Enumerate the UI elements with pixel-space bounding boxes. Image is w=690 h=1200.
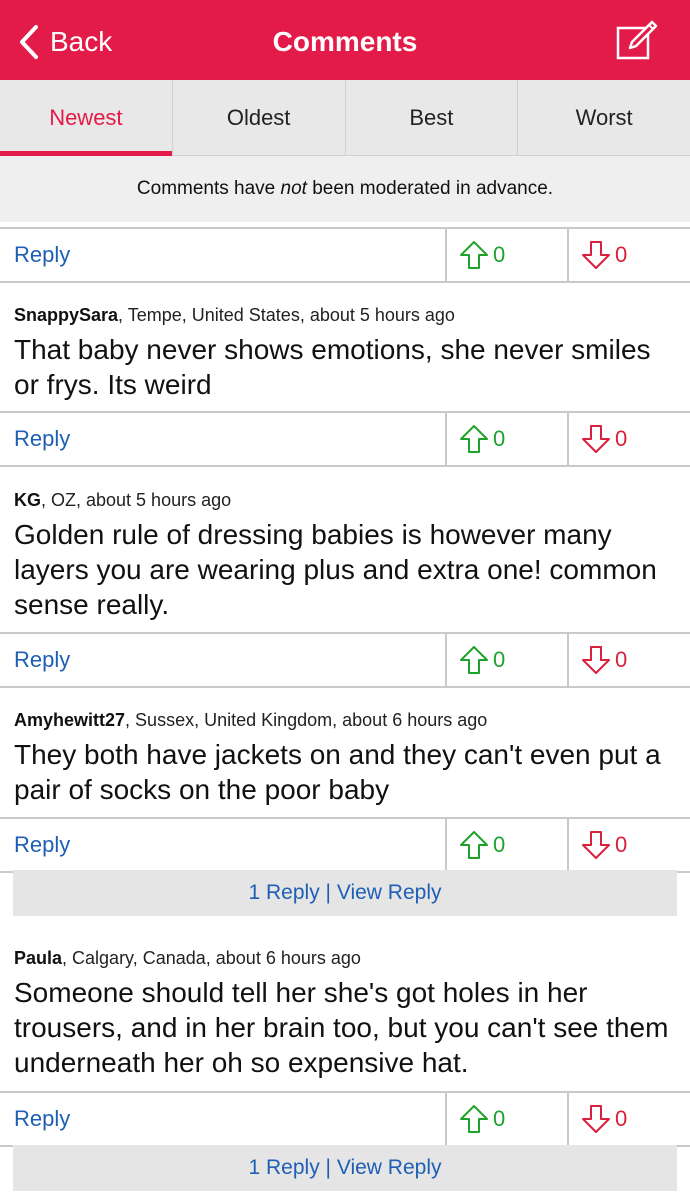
comment-text: That baby never shows emotions, she neve…: [14, 334, 651, 400]
header-bar: Back Comments: [0, 0, 690, 80]
arrow-up-icon: [460, 241, 488, 269]
view-reply-button[interactable]: 1 Reply | View Reply: [13, 1145, 677, 1191]
upvote-count: 0: [493, 242, 506, 267]
upvote-button[interactable]: 0: [445, 634, 567, 686]
reply-button[interactable]: Reply: [14, 819, 70, 871]
comment-location-time: , Sussex, United Kingdom, about 6 hours …: [125, 710, 488, 730]
downvote-button[interactable]: 0: [567, 819, 689, 871]
reply-button[interactable]: Reply: [14, 634, 70, 686]
reply-button[interactable]: Reply: [14, 413, 70, 465]
comment-location-time: , Calgary, Canada, about 6 hours ago: [62, 948, 361, 968]
comment-author[interactable]: Paula: [14, 948, 62, 968]
arrow-down-icon: [582, 831, 610, 859]
downvote-count: 0: [615, 426, 628, 451]
compose-icon[interactable]: [614, 18, 660, 64]
downvote-button[interactable]: 0: [567, 1093, 689, 1145]
downvote-button[interactable]: 0: [567, 413, 689, 465]
comment-text: They both have jackets on and they can't…: [14, 739, 661, 805]
arrow-up-icon: [460, 425, 488, 453]
comment-actions: Reply 0 0: [0, 1091, 690, 1147]
comment-text: Golden rule of dressing babies is howeve…: [14, 519, 657, 620]
comment-item: SnappySara, Tempe, United States, about …: [14, 305, 676, 402]
comment-author[interactable]: SnappySara: [14, 305, 118, 325]
arrow-down-icon: [582, 425, 610, 453]
arrow-up-icon: [460, 831, 488, 859]
comment-item: Amyhewitt27, Sussex, United Kingdom, abo…: [14, 710, 676, 807]
tab-oldest[interactable]: Oldest: [171, 80, 345, 155]
comment-meta: Amyhewitt27, Sussex, United Kingdom, abo…: [14, 710, 676, 731]
comment-location-time: , OZ, about 5 hours ago: [41, 490, 232, 510]
downvote-button[interactable]: 0: [567, 634, 689, 686]
arrow-down-icon: [582, 241, 610, 269]
comment-actions: Reply 0 0: [0, 817, 690, 873]
downvote-button[interactable]: 0: [567, 229, 689, 281]
comment-author[interactable]: Amyhewitt27: [14, 710, 125, 730]
arrow-up-icon: [460, 646, 488, 674]
arrow-down-icon: [582, 646, 610, 674]
tab-worst[interactable]: Worst: [517, 80, 690, 155]
page-title: Comments: [272, 26, 418, 57]
notice-emphasis: not: [280, 178, 307, 199]
comment-actions: Reply 0 0: [0, 632, 690, 688]
arrow-up-icon: [460, 1105, 488, 1133]
upvote-count: 0: [493, 647, 506, 672]
comment-meta: Paula, Calgary, Canada, about 6 hours ag…: [14, 948, 676, 969]
upvote-button[interactable]: 0: [445, 819, 567, 871]
comment-actions: Reply 0 0: [0, 411, 690, 467]
upvote-button[interactable]: 0: [445, 413, 567, 465]
comment-author[interactable]: KG: [14, 490, 41, 510]
comment-location-time: , Tempe, United States, about 5 hours ag…: [118, 305, 455, 325]
notice-text-after: been moderated in advance.: [306, 178, 554, 199]
reply-button[interactable]: Reply: [14, 1093, 70, 1145]
reply-button[interactable]: Reply: [14, 229, 70, 281]
downvote-count: 0: [615, 647, 628, 672]
comment-text: Someone should tell her she's got holes …: [14, 977, 669, 1078]
moderation-notice: Comments have not been moderated in adva…: [0, 156, 690, 222]
comment-actions: Reply 0 0: [0, 227, 690, 283]
upvote-button[interactable]: 0: [445, 229, 567, 281]
upvote-button[interactable]: 0: [445, 1093, 567, 1145]
downvote-count: 0: [615, 1106, 628, 1131]
arrow-down-icon: [582, 1105, 610, 1133]
sort-tabs: Newest Oldest Best Worst: [0, 80, 690, 156]
tab-newest[interactable]: Newest: [0, 80, 172, 156]
downvote-count: 0: [615, 832, 628, 857]
downvote-count: 0: [615, 242, 628, 267]
upvote-count: 0: [493, 426, 506, 451]
view-reply-button[interactable]: 1 Reply | View Reply: [13, 870, 677, 916]
comment-meta: SnappySara, Tempe, United States, about …: [14, 305, 676, 326]
notice-text-before: Comments have: [136, 178, 281, 199]
upvote-count: 0: [493, 832, 506, 857]
comment-item: KG, OZ, about 5 hours ago Golden rule of…: [14, 490, 676, 622]
upvote-count: 0: [493, 1106, 506, 1131]
comment-item: Paula, Calgary, Canada, about 6 hours ag…: [14, 948, 676, 1080]
tab-best[interactable]: Best: [344, 80, 518, 155]
comment-meta: KG, OZ, about 5 hours ago: [14, 490, 676, 511]
